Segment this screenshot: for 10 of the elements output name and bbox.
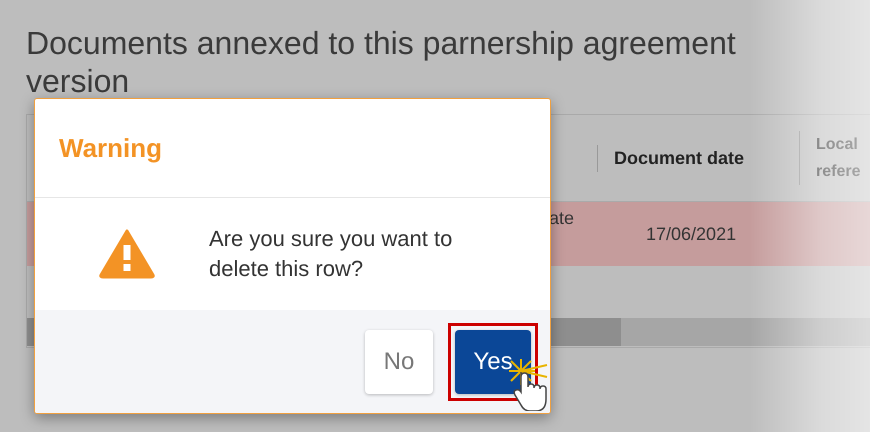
table-cell-text: 17/06/2021 [645,223,738,246]
confirm-button[interactable]: Yes [455,330,531,394]
page-title: Documents annexed to this parnership agreement version [26,24,737,100]
column-header: Document date [597,144,744,172]
table-cell: ate [549,208,574,228]
column-header: Local refere [799,131,868,185]
cancel-button[interactable]: No [365,330,433,394]
warning-icon [99,229,155,279]
dialog-title: Warning [59,132,162,164]
dialog-message: Are you sure you want to delete this row? [209,225,454,283]
